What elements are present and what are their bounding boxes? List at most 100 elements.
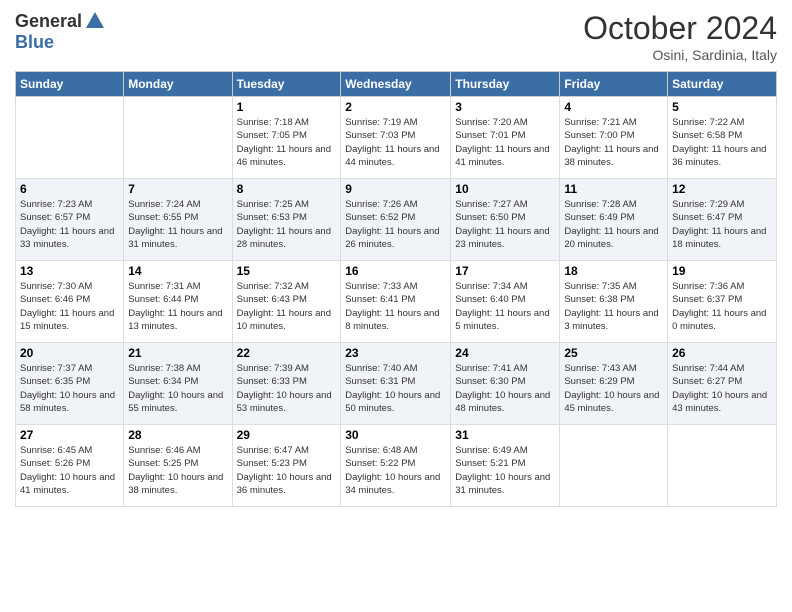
day-info: Sunrise: 7:31 AM Sunset: 6:44 PM Dayligh… [128,280,227,333]
day-info: Sunrise: 7:35 AM Sunset: 6:38 PM Dayligh… [564,280,663,333]
calendar-day-cell: 18 Sunrise: 7:35 AM Sunset: 6:38 PM Dayli… [560,261,668,343]
header-saturday: Saturday [668,72,777,97]
day-number: 23 [345,346,446,360]
calendar-day-cell: 29 Sunrise: 6:47 AM Sunset: 5:23 PM Dayli… [232,425,341,507]
calendar-day-cell: 3 Sunrise: 7:20 AM Sunset: 7:01 PM Daylig… [451,97,560,179]
day-number: 29 [237,428,337,442]
day-number: 21 [128,346,227,360]
day-number: 10 [455,182,555,196]
day-info: Sunrise: 7:19 AM Sunset: 7:03 PM Dayligh… [345,116,446,169]
location-subtitle: Osini, Sardinia, Italy [583,47,777,63]
day-info: Sunrise: 7:33 AM Sunset: 6:41 PM Dayligh… [345,280,446,333]
calendar-day-cell [124,97,232,179]
calendar-day-cell [668,425,777,507]
calendar-header-row: Sunday Monday Tuesday Wednesday Thursday… [16,72,777,97]
calendar-day-cell: 16 Sunrise: 7:33 AM Sunset: 6:41 PM Dayli… [341,261,451,343]
calendar-day-cell: 6Sunrise: 7:23 AM Sunset: 6:57 PM Daylig… [16,179,124,261]
title-section: October 2024 Osini, Sardinia, Italy [583,10,777,63]
day-number: 3 [455,100,555,114]
calendar-body: 1Sunrise: 7:18 AM Sunset: 7:05 PM Daylig… [16,97,777,507]
calendar-week-row: 27Sunrise: 6:45 AM Sunset: 5:26 PM Dayli… [16,425,777,507]
calendar-day-cell: 24Sunrise: 7:41 AM Sunset: 6:30 PM Dayli… [451,343,560,425]
calendar-week-row: 13Sunrise: 7:30 AM Sunset: 6:46 PM Dayli… [16,261,777,343]
header-sunday: Sunday [16,72,124,97]
day-number: 13 [20,264,119,278]
day-number: 2 [345,100,446,114]
day-number: 5 [672,100,772,114]
day-number: 17 [455,264,555,278]
logo-icon [84,10,106,32]
day-number: 25 [564,346,663,360]
calendar-day-cell: 26 Sunrise: 7:44 AM Sunset: 6:27 PM Dayli… [668,343,777,425]
calendar-day-cell: 15 Sunrise: 7:32 AM Sunset: 6:43 PM Dayli… [232,261,341,343]
day-info: Sunrise: 7:26 AM Sunset: 6:52 PM Dayligh… [345,198,446,251]
calendar-day-cell: 28Sunrise: 6:46 AM Sunset: 5:25 PM Dayli… [124,425,232,507]
month-title: October 2024 [583,10,777,47]
day-info: Sunrise: 6:47 AM Sunset: 5:23 PM Dayligh… [237,444,337,497]
calendar-day-cell: 20 Sunrise: 7:37 AM Sunset: 6:35 PM Dayli… [16,343,124,425]
page-header: General Blue October 2024 Osini, Sardini… [15,10,777,63]
logo-general-text: General [15,11,82,32]
day-number: 11 [564,182,663,196]
logo-blue-text: Blue [15,32,54,53]
calendar-day-cell: 7Sunrise: 7:24 AM Sunset: 6:55 PM Daylig… [124,179,232,261]
day-info: Sunrise: 7:44 AM Sunset: 6:27 PM Dayligh… [672,362,772,415]
page-container: General Blue October 2024 Osini, Sardini… [0,0,792,517]
header-tuesday: Tuesday [232,72,341,97]
calendar-day-cell: 1Sunrise: 7:18 AM Sunset: 7:05 PM Daylig… [232,97,341,179]
calendar-day-cell: 9Sunrise: 7:26 AM Sunset: 6:52 PM Daylig… [341,179,451,261]
calendar-day-cell: 2 Sunrise: 7:19 AM Sunset: 7:03 PM Daylig… [341,97,451,179]
day-number: 7 [128,182,227,196]
day-info: Sunrise: 7:18 AM Sunset: 7:05 PM Dayligh… [237,116,337,169]
calendar-day-cell: 31Sunrise: 6:49 AM Sunset: 5:21 PM Dayli… [451,425,560,507]
calendar-day-cell [16,97,124,179]
day-info: Sunrise: 7:32 AM Sunset: 6:43 PM Dayligh… [237,280,337,333]
header-monday: Monday [124,72,232,97]
day-info: Sunrise: 7:39 AM Sunset: 6:33 PM Dayligh… [237,362,337,415]
calendar-day-cell: 30 Sunrise: 6:48 AM Sunset: 5:22 PM Dayli… [341,425,451,507]
calendar-day-cell: 12 Sunrise: 7:29 AM Sunset: 6:47 PM Dayli… [668,179,777,261]
day-info: Sunrise: 6:46 AM Sunset: 5:25 PM Dayligh… [128,444,227,497]
day-number: 31 [455,428,555,442]
day-info: Sunrise: 7:25 AM Sunset: 6:53 PM Dayligh… [237,198,337,251]
calendar-day-cell: 14 Sunrise: 7:31 AM Sunset: 6:44 PM Dayli… [124,261,232,343]
day-info: Sunrise: 7:21 AM Sunset: 7:00 PM Dayligh… [564,116,663,169]
calendar-day-cell: 21 Sunrise: 7:38 AM Sunset: 6:34 PM Dayli… [124,343,232,425]
day-info: Sunrise: 6:48 AM Sunset: 5:22 PM Dayligh… [345,444,446,497]
calendar-day-cell: 8 Sunrise: 7:25 AM Sunset: 6:53 PM Daylig… [232,179,341,261]
day-info: Sunrise: 7:38 AM Sunset: 6:34 PM Dayligh… [128,362,227,415]
calendar-day-cell: 19 Sunrise: 7:36 AM Sunset: 6:37 PM Dayli… [668,261,777,343]
day-info: Sunrise: 7:27 AM Sunset: 6:50 PM Dayligh… [455,198,555,251]
day-info: Sunrise: 7:23 AM Sunset: 6:57 PM Dayligh… [20,198,119,251]
day-info: Sunrise: 7:22 AM Sunset: 6:58 PM Dayligh… [672,116,772,169]
day-number: 26 [672,346,772,360]
day-number: 8 [237,182,337,196]
day-number: 19 [672,264,772,278]
calendar-week-row: 20 Sunrise: 7:37 AM Sunset: 6:35 PM Dayli… [16,343,777,425]
calendar-week-row: 6Sunrise: 7:23 AM Sunset: 6:57 PM Daylig… [16,179,777,261]
day-info: Sunrise: 7:37 AM Sunset: 6:35 PM Dayligh… [20,362,119,415]
calendar-day-cell: 17Sunrise: 7:34 AM Sunset: 6:40 PM Dayli… [451,261,560,343]
day-info: Sunrise: 7:43 AM Sunset: 6:29 PM Dayligh… [564,362,663,415]
day-number: 15 [237,264,337,278]
day-number: 30 [345,428,446,442]
calendar-day-cell: 13Sunrise: 7:30 AM Sunset: 6:46 PM Dayli… [16,261,124,343]
header-friday: Friday [560,72,668,97]
header-wednesday: Wednesday [341,72,451,97]
calendar-day-cell: 23Sunrise: 7:40 AM Sunset: 6:31 PM Dayli… [341,343,451,425]
calendar-table: Sunday Monday Tuesday Wednesday Thursday… [15,71,777,507]
calendar-day-cell: 27Sunrise: 6:45 AM Sunset: 5:26 PM Dayli… [16,425,124,507]
day-number: 14 [128,264,227,278]
calendar-day-cell: 25 Sunrise: 7:43 AM Sunset: 6:29 PM Dayli… [560,343,668,425]
logo: General Blue [15,10,106,53]
day-info: Sunrise: 7:29 AM Sunset: 6:47 PM Dayligh… [672,198,772,251]
day-info: Sunrise: 6:45 AM Sunset: 5:26 PM Dayligh… [20,444,119,497]
day-number: 20 [20,346,119,360]
day-info: Sunrise: 7:36 AM Sunset: 6:37 PM Dayligh… [672,280,772,333]
calendar-day-cell: 22 Sunrise: 7:39 AM Sunset: 6:33 PM Dayli… [232,343,341,425]
day-number: 22 [237,346,337,360]
day-number: 18 [564,264,663,278]
day-info: Sunrise: 7:20 AM Sunset: 7:01 PM Dayligh… [455,116,555,169]
day-number: 12 [672,182,772,196]
day-number: 16 [345,264,446,278]
